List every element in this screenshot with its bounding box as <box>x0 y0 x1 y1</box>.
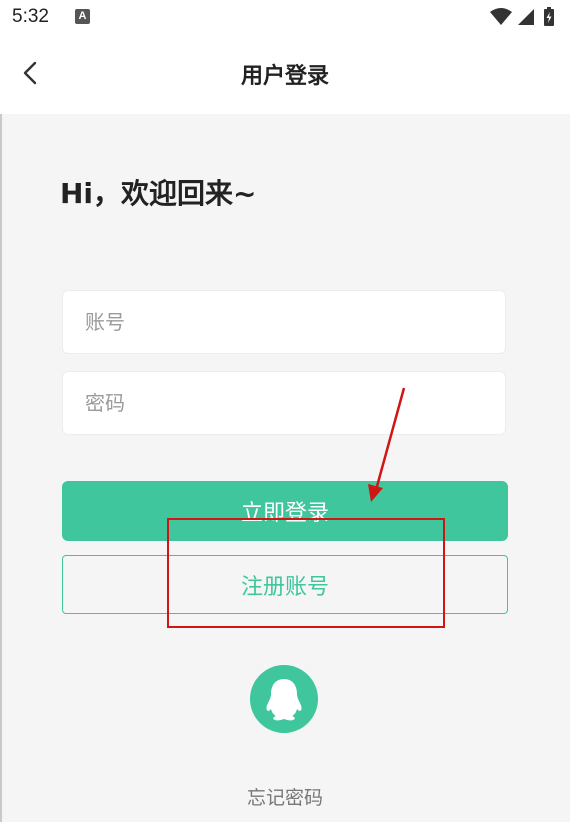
status-bar: 5:32 A <box>0 0 570 34</box>
welcome-heading: Hi，欢迎回来~ <box>60 177 257 210</box>
account-field-container <box>62 290 506 354</box>
window-left-edge <box>0 34 2 822</box>
login-button[interactable]: 立即登录 <box>62 481 508 541</box>
battery-charging-icon <box>544 7 554 26</box>
qq-login-button[interactable] <box>250 665 318 733</box>
notification-a-icon: A <box>75 9 90 24</box>
account-input[interactable] <box>63 291 505 353</box>
forgot-password-link[interactable]: 忘记密码 <box>0 783 570 810</box>
status-time: 5:32 <box>12 6 49 27</box>
page-title: 用户登录 <box>240 64 329 89</box>
qq-penguin-icon <box>266 679 302 721</box>
wifi-icon <box>490 8 512 25</box>
nav-bar: 用户登录 <box>0 34 570 114</box>
signal-icon <box>518 9 534 25</box>
password-input[interactable] <box>63 372 505 434</box>
password-field-container <box>62 371 506 435</box>
register-button[interactable]: 注册账号 <box>62 555 508 614</box>
status-icons <box>488 6 558 28</box>
